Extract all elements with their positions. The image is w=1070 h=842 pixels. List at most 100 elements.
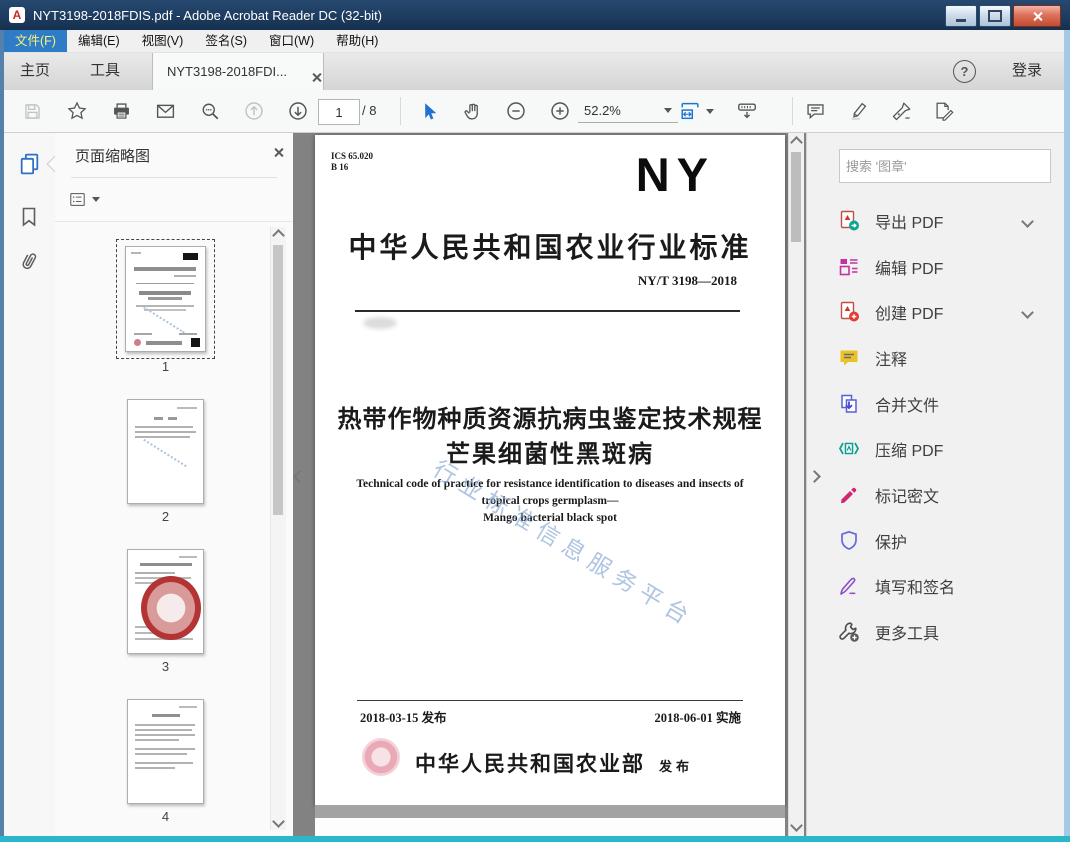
page-display-button[interactable] — [733, 97, 761, 125]
scroll-down-icon[interactable] — [790, 819, 803, 832]
fill-sign-tool-button[interactable] — [930, 97, 958, 125]
maximize-button[interactable] — [979, 5, 1011, 27]
tab-home[interactable]: 主页 — [14, 52, 56, 90]
bookmarks-panel-button[interactable] — [16, 204, 42, 230]
chevron-down-icon[interactable] — [1021, 215, 1034, 228]
combine-files-icon — [837, 392, 861, 416]
tool-fill-sign[interactable]: 填写和签名 — [807, 564, 1066, 610]
thumbnail-page-3[interactable] — [127, 549, 204, 654]
menu-sign[interactable]: 签名(S) — [194, 30, 258, 52]
fit-width-button[interactable] — [676, 97, 704, 125]
chevron-down-icon — [706, 108, 714, 114]
print-button[interactable] — [107, 97, 135, 125]
menu-edit[interactable]: 编辑(E) — [67, 30, 131, 52]
minimize-button[interactable] — [945, 5, 977, 27]
next-page-button[interactable] — [284, 97, 312, 125]
menu-file[interactable]: 文件(F) — [4, 30, 67, 52]
tool-label: 导出 PDF — [875, 214, 944, 232]
ny-logo: NY — [635, 148, 715, 201]
navigation-rail — [0, 132, 64, 836]
star-favorites-button[interactable] — [63, 97, 91, 125]
scrollbar-thumb[interactable] — [791, 152, 801, 242]
close-button[interactable] — [1013, 5, 1061, 27]
thumbnail-page-number: 3 — [161, 659, 170, 674]
fit-options-dropdown[interactable] — [703, 97, 717, 125]
zoom-out-button[interactable] — [502, 97, 530, 125]
paperclip-icon — [22, 253, 37, 270]
tool-label: 编辑 PDF — [875, 260, 944, 278]
scroll-down-icon[interactable] — [272, 815, 285, 828]
red-seal-graphic — [141, 576, 201, 640]
zoom-level-value: 52.2% — [584, 103, 621, 118]
scroll-up-icon[interactable] — [272, 229, 285, 242]
collapse-left-panel-icon[interactable] — [293, 470, 306, 483]
list-options-icon — [70, 192, 85, 206]
save-button[interactable] — [18, 97, 46, 125]
maximize-icon — [988, 10, 1002, 22]
hand-tool-button[interactable] — [458, 97, 486, 125]
tool-export-pdf[interactable]: 导出 PDF — [807, 198, 1066, 244]
search-button[interactable] — [196, 97, 224, 125]
highlight-tool-button[interactable] — [845, 97, 873, 125]
edit-pdf-icon — [837, 255, 861, 279]
close-icon — [1032, 11, 1043, 22]
tool-compress-pdf[interactable]: 压缩 PDF — [807, 426, 1066, 472]
document-pen-icon — [936, 102, 954, 121]
compress-pdf-icon — [837, 437, 861, 461]
tab-bar: 主页 工具 NYT3198-2018FDI... ? 登录 — [0, 52, 1070, 91]
minus-circle-icon — [507, 102, 525, 120]
tab-document[interactable]: NYT3198-2018FDI... — [152, 52, 324, 91]
zoom-in-button[interactable] — [546, 97, 574, 125]
tool-combine-files[interactable]: 合并文件 — [807, 381, 1066, 427]
comment-bubble-icon — [806, 103, 824, 119]
signin-button[interactable]: 登录 — [1012, 52, 1042, 90]
arrow-up-circle-icon — [245, 102, 263, 120]
tool-create-pdf[interactable]: 创建 PDF — [807, 289, 1066, 335]
page-thumbnails-icon — [20, 153, 38, 174]
tools-search-input[interactable] — [839, 149, 1051, 183]
document-view[interactable]: ICS 65.020 B 16 NY 中华人民共和国农业行业标准 NY/T 31… — [293, 132, 806, 836]
search-icon — [202, 103, 218, 119]
menu-help[interactable]: 帮助(H) — [325, 30, 389, 52]
thumbnails-panel: 页面缩略图 1 2 3 4 — [55, 132, 294, 836]
tool-label: 保护 — [875, 534, 908, 552]
fountain-pen-icon — [892, 102, 911, 121]
tool-label: 合并文件 — [875, 397, 940, 415]
tool-redact[interactable]: 标记密文 — [807, 472, 1066, 518]
tab-tools[interactable]: 工具 — [84, 52, 126, 90]
page-thumbnails-panel-button[interactable] — [16, 150, 42, 176]
standard-number: NY/T 3198—2018 — [637, 273, 737, 288]
comment-tool-button[interactable] — [801, 97, 829, 125]
scroll-up-icon[interactable] — [790, 136, 803, 149]
select-tool-button[interactable] — [414, 97, 442, 125]
document-scrollbar[interactable] — [788, 132, 804, 836]
tool-more-tools[interactable]: 更多工具 — [807, 609, 1066, 655]
page-number-input[interactable] — [318, 99, 360, 125]
menu-window[interactable]: 窗口(W) — [258, 30, 325, 52]
tool-edit-pdf[interactable]: 编辑 PDF — [807, 244, 1066, 290]
thumbnails-scrollbar[interactable] — [270, 227, 286, 830]
tool-label: 创建 PDF — [875, 306, 944, 324]
ministry-seal — [362, 738, 400, 776]
previous-page-button[interactable] — [240, 97, 268, 125]
tool-label: 标记密文 — [875, 488, 940, 506]
thumbnail-page-1[interactable] — [116, 239, 215, 359]
chevron-down-icon[interactable] — [1021, 306, 1034, 320]
thumbnail-options-button[interactable] — [68, 186, 110, 212]
plus-circle-icon — [551, 102, 569, 120]
zoom-level-dropdown[interactable]: 52.2% — [578, 99, 678, 123]
email-button[interactable] — [151, 97, 179, 125]
tools-panel: 导出 PDF 编辑 PDF 创建 PDF 注释 — [806, 132, 1066, 836]
tool-comment[interactable]: 注释 — [807, 335, 1066, 381]
thumbnail-page-4[interactable] — [127, 699, 204, 804]
scrollbar-thumb[interactable] — [273, 245, 283, 515]
sign-tool-button[interactable] — [888, 97, 916, 125]
thumbnail-page-2[interactable] — [127, 399, 204, 504]
save-icon — [24, 103, 40, 119]
help-button[interactable]: ? — [953, 60, 976, 83]
redact-icon — [837, 483, 861, 507]
attachments-panel-button[interactable] — [16, 248, 42, 274]
tool-label: 注释 — [875, 351, 908, 369]
tool-protect[interactable]: 保护 — [807, 518, 1066, 564]
menu-view[interactable]: 视图(V) — [131, 30, 195, 52]
